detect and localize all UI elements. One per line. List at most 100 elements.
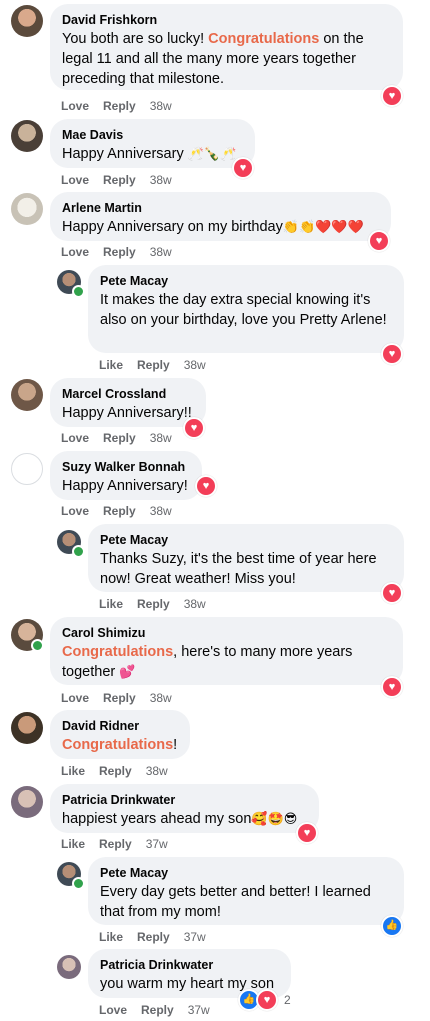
comment-text: happiest years ahead my son🥰🤩😎 — [62, 811, 298, 827]
comment-author[interactable]: Pete Macay — [100, 532, 392, 548]
reply-button[interactable]: Reply — [99, 764, 132, 778]
reaction-summary[interactable]: ♥ — [381, 582, 403, 604]
reply-button[interactable]: Reply — [99, 837, 132, 851]
timestamp[interactable]: 37w — [146, 837, 168, 851]
avatar[interactable] — [11, 379, 43, 411]
like-button[interactable]: Like — [61, 764, 85, 778]
heart-icon: ♥ — [381, 676, 403, 698]
comment-text: It makes the day extra special knowing i… — [100, 292, 387, 328]
comment-author[interactable]: Mae Davis — [62, 127, 243, 143]
comment-author[interactable]: Patricia Drinkwater — [62, 792, 307, 808]
like-button[interactable]: Like — [61, 837, 85, 851]
timestamp[interactable]: 38w — [150, 691, 172, 705]
comment-bubble: David Frishkorn You both are so lucky! C… — [50, 4, 403, 90]
comment-author[interactable]: Pete Macay — [100, 273, 392, 289]
timestamp[interactable]: 37w — [188, 1003, 210, 1017]
timestamp[interactable]: 38w — [150, 245, 172, 259]
timestamp[interactable]: 38w — [150, 504, 172, 518]
comment-author[interactable]: David Frishkorn — [62, 12, 391, 28]
reaction-summary[interactable]: 👍 — [381, 915, 403, 937]
comment-author[interactable]: Suzy Walker Bonnah — [62, 459, 190, 475]
comment-author[interactable]: Patricia Drinkwater — [100, 957, 279, 973]
comment-bubble: Carol Shimizu Congratulations, here's to… — [50, 617, 403, 685]
comment-author[interactable]: David Ridner — [62, 718, 178, 734]
reaction-summary[interactable]: ♥ — [368, 230, 390, 252]
timestamp[interactable]: 38w — [150, 173, 172, 187]
love-button[interactable]: Love — [61, 504, 89, 518]
comment-bubble: Patricia Drinkwater happiest years ahead… — [50, 784, 319, 833]
love-button[interactable]: Love — [61, 99, 89, 113]
reply-button[interactable]: Reply — [103, 504, 136, 518]
reply-button[interactable]: Reply — [103, 691, 136, 705]
love-button[interactable]: Love — [61, 173, 89, 187]
avatar[interactable] — [11, 5, 43, 37]
comment-text: Congratulations, here's to many more yea… — [62, 644, 353, 680]
highlighted-word[interactable]: Congratulations — [208, 31, 319, 47]
avatar[interactable] — [11, 453, 43, 485]
reaction-summary[interactable]: ♥ — [381, 85, 403, 107]
heart-icon: ♥ — [232, 157, 254, 179]
love-button[interactable]: Love — [61, 691, 89, 705]
reply-button[interactable]: Reply — [137, 930, 170, 944]
reaction-summary[interactable]: ♥ — [296, 822, 318, 844]
comment-actions: Like Reply 38w — [99, 357, 206, 373]
avatar[interactable] — [11, 712, 43, 744]
like-button[interactable]: Like — [99, 597, 123, 611]
online-status-icon — [31, 639, 44, 652]
comment-author[interactable]: Pete Macay — [100, 865, 392, 881]
comment-bubble: Pete Macay Every day gets better and bet… — [88, 857, 404, 925]
love-button[interactable]: Love — [61, 431, 89, 445]
like-button[interactable]: Like — [99, 930, 123, 944]
comment-actions: Like Reply 38w — [61, 763, 168, 779]
heart-icon: ♥ — [256, 989, 278, 1011]
online-status-icon — [72, 285, 85, 298]
love-button[interactable]: Love — [99, 1003, 127, 1017]
comment-text: Congratulations! — [62, 737, 178, 753]
highlighted-word[interactable]: Congratulations — [62, 737, 173, 753]
reply-button[interactable]: Reply — [141, 1003, 174, 1017]
timestamp[interactable]: 37w — [184, 930, 206, 944]
love-button[interactable]: Love — [61, 245, 89, 259]
reaction-summary[interactable]: 👍 ♥ 2 — [238, 989, 291, 1011]
comment-text: Every day gets better and better! I lear… — [100, 884, 371, 920]
reply-button[interactable]: Reply — [103, 173, 136, 187]
comment-bubble: Pete Macay It makes the day extra specia… — [88, 265, 404, 353]
comment-actions: Love Reply 38w — [61, 690, 172, 706]
reply-button[interactable]: Reply — [103, 245, 136, 259]
avatar[interactable] — [11, 786, 43, 818]
reply-button[interactable]: Reply — [137, 597, 170, 611]
comment-author[interactable]: Carol Shimizu — [62, 625, 391, 641]
comment-author[interactable]: Marcel Crossland — [62, 386, 194, 402]
timestamp[interactable]: 38w — [150, 99, 172, 113]
like-icon: 👍 — [381, 915, 403, 937]
comment-text: Happy Anniversary!! — [62, 405, 192, 421]
comment-text: Happy Anniversary on my birthday👏👏❤️❤️❤️ — [62, 219, 364, 235]
avatar[interactable] — [11, 193, 43, 225]
avatar[interactable] — [57, 955, 81, 979]
comment-text: Happy Anniversary 🥂🍾🥂 — [62, 146, 237, 162]
highlighted-word[interactable]: Congratulations — [62, 644, 173, 660]
timestamp[interactable]: 38w — [184, 358, 206, 372]
timestamp[interactable]: 38w — [146, 764, 168, 778]
emoji: 🥂🍾🥂 — [187, 146, 237, 161]
reaction-summary[interactable]: ♥ — [183, 417, 205, 439]
timestamp[interactable]: 38w — [184, 597, 206, 611]
comment-actions: Like Reply 37w — [61, 836, 168, 852]
reply-button[interactable]: Reply — [103, 431, 136, 445]
like-button[interactable]: Like — [99, 358, 123, 372]
comment-actions: Like Reply 37w — [99, 929, 206, 945]
reaction-summary[interactable]: ♥ — [232, 157, 254, 179]
timestamp[interactable]: 38w — [150, 431, 172, 445]
comment-author[interactable]: Arlene Martin — [62, 200, 379, 216]
heart-icon: ♥ — [381, 343, 403, 365]
comment-bubble: Mae Davis Happy Anniversary 🥂🍾🥂 — [50, 119, 255, 168]
heart-icon: ♥ — [296, 822, 318, 844]
comment-text: Thanks Suzy, it's the best time of year … — [100, 551, 377, 587]
reaction-summary[interactable]: ♥ — [381, 343, 403, 365]
avatar[interactable] — [11, 120, 43, 152]
emoji: 💕 — [119, 664, 136, 679]
reaction-summary[interactable]: ♥ — [381, 676, 403, 698]
reply-button[interactable]: Reply — [137, 358, 170, 372]
reply-button[interactable]: Reply — [103, 99, 136, 113]
reaction-summary[interactable]: ♥ — [195, 475, 217, 497]
